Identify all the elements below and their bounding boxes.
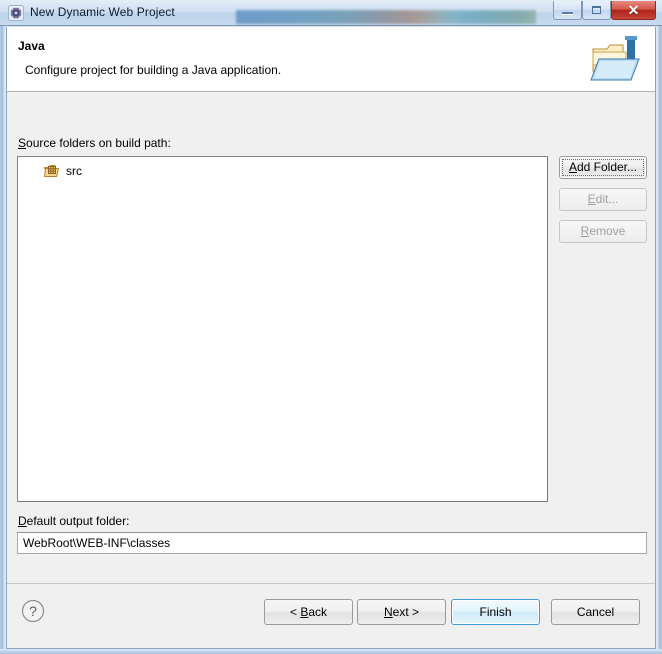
dialog-window: New Dynamic Web Project ✕ Java Configure…	[0, 0, 662, 654]
page-description: Configure project for building a Java ap…	[25, 63, 282, 77]
edit-button-label: dit...	[595, 192, 619, 206]
eclipse-icon	[8, 5, 24, 21]
default-output-folder-label-rest: efault output folder:	[26, 514, 130, 528]
finish-button[interactable]: Finish	[451, 599, 540, 625]
svg-text:?: ?	[29, 603, 37, 619]
wizard-footer: ? < Back Next > Finish Cancel	[7, 583, 655, 648]
add-folder-button-label: dd Folder...	[576, 160, 638, 174]
source-folders-label-rest: ource folders on build path:	[26, 136, 171, 150]
source-folders-label: Source folders on build path:	[18, 136, 171, 150]
default-output-folder-label-mnemonic: D	[18, 514, 27, 528]
cancel-button[interactable]: Cancel	[551, 599, 640, 625]
cancel-button-label: Cancel	[576, 605, 615, 619]
default-output-folder-input[interactable]	[17, 532, 647, 554]
package-folder-icon	[43, 164, 60, 178]
dialog-client-area: Java Configure project for building a Ja…	[6, 27, 656, 649]
next-button-mnemonic: N	[383, 605, 393, 619]
window-title: New Dynamic Web Project	[30, 5, 175, 19]
aero-glass-blur-artifacts	[236, 10, 536, 24]
remove-button-label: emove	[589, 224, 626, 238]
wizard-body: Source folders on build path: src Add Fo…	[7, 92, 655, 583]
close-icon: ✕	[627, 2, 640, 18]
next-button[interactable]: Next >	[357, 599, 446, 625]
list-item-label: src	[66, 164, 82, 178]
maximize-button[interactable]	[582, 1, 611, 20]
back-button-prefix: <	[289, 605, 301, 619]
edit-button-mnemonic: E	[587, 192, 596, 206]
java-folder-banner-icon	[589, 33, 645, 85]
remove-button[interactable]: Remove	[559, 220, 647, 243]
wizard-header: Java Configure project for building a Ja…	[7, 27, 655, 92]
help-button[interactable]: ?	[19, 597, 47, 625]
title-bar[interactable]: New Dynamic Web Project ✕	[0, 0, 662, 26]
back-button-label: ack	[308, 605, 328, 619]
edit-button[interactable]: Edit...	[559, 188, 647, 211]
back-button[interactable]: < Back	[264, 599, 353, 625]
page-title: Java	[18, 39, 45, 53]
add-folder-button[interactable]: Add Folder...	[559, 156, 647, 179]
add-folder-button-mnemonic: A	[568, 160, 577, 174]
list-item[interactable]: src	[18, 162, 547, 180]
window-frame-right	[656, 26, 662, 654]
source-folders-list[interactable]: src	[17, 156, 548, 502]
next-button-label: ext >	[392, 605, 420, 619]
finish-button-label: Finish	[479, 605, 512, 619]
minimize-button[interactable]	[553, 1, 582, 20]
window-frame-bottom	[0, 649, 662, 654]
default-output-folder-label: Default output folder:	[18, 514, 129, 528]
source-folders-label-mnemonic: S	[18, 136, 27, 150]
close-button[interactable]: ✕	[611, 1, 656, 20]
remove-button-mnemonic: R	[580, 224, 590, 238]
